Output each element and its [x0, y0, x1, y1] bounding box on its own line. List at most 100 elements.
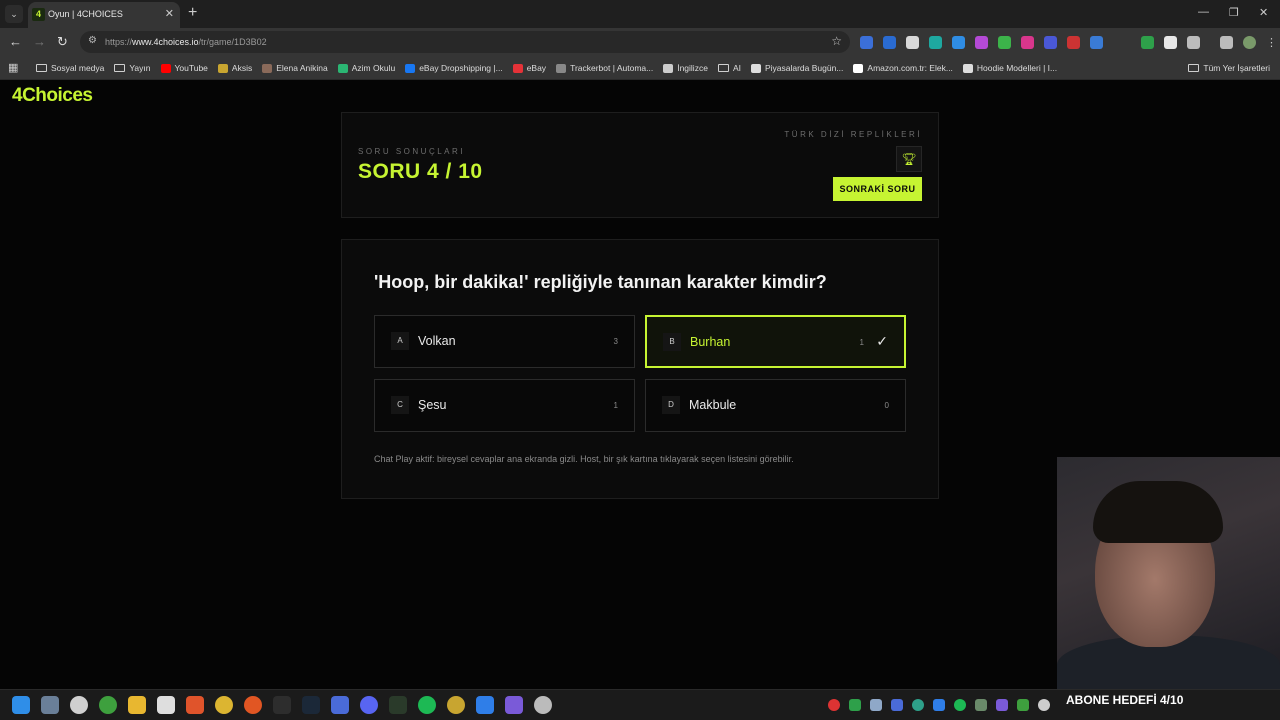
option-b[interactable]: B Burhan 1 ✓ [645, 315, 906, 368]
close-tab-icon[interactable]: ✕ [165, 7, 174, 20]
question-text: 'Hoop, bir dakika!' repliğiyle tanınan k… [374, 272, 827, 292]
close-window-button[interactable]: ✕ [1259, 6, 1268, 19]
bookmark-item[interactable]: Hoodie Modelleri | I... [962, 63, 1057, 73]
store-icon[interactable] [157, 696, 175, 714]
folder-icon [717, 64, 729, 72]
bookmark-item[interactable]: İngilizce [663, 63, 708, 73]
forward-icon[interactable]: → [33, 34, 46, 49]
badge-extension-icon[interactable] [1090, 36, 1103, 49]
vpn-icon[interactable] [476, 696, 494, 714]
restore-button[interactable]: ❐ [1229, 6, 1239, 19]
audio-extension-icon[interactable] [883, 36, 896, 49]
grid-app-icon[interactable] [505, 696, 523, 714]
bookmark-item[interactable]: Yayın [114, 63, 151, 73]
bookmark-item[interactable]: eBay [512, 63, 546, 73]
tray-deck-icon[interactable] [891, 699, 903, 711]
counter-extension-icon[interactable] [1044, 36, 1057, 49]
bookmark-label: Elena Anikina [276, 63, 328, 73]
origin-icon[interactable] [244, 696, 262, 714]
task-view-icon[interactable] [41, 696, 59, 714]
refresh-extension-icon[interactable] [998, 36, 1011, 49]
browser-tab[interactable]: 4 Oyun | 4CHOICES ✕ [28, 2, 180, 28]
spotify-icon[interactable] [418, 696, 436, 714]
record-extension-icon[interactable] [1067, 36, 1080, 49]
reload-icon[interactable]: ↻ [57, 34, 68, 50]
question-card: 'Hoop, bir dakika!' repliğiyle tanınan k… [341, 239, 939, 499]
nvidia-icon[interactable] [389, 696, 407, 714]
screenshot-extension-icon[interactable] [906, 36, 919, 49]
settings-icon[interactable] [534, 696, 552, 714]
option-d[interactable]: D Makbule 0 [645, 379, 906, 432]
favicon-icon: 4 [32, 8, 45, 21]
azim-icon [337, 63, 348, 73]
address-bar[interactable]: ⚙ https://www.4choices.io/tr/game/1D3B02… [80, 31, 850, 53]
bookmark-item[interactable]: Elena Anikina [262, 63, 328, 73]
site-logo[interactable]: 4Choices [12, 85, 93, 107]
site-info-icon[interactable]: ⚙ [88, 35, 97, 46]
youtube-icon [160, 63, 171, 73]
option-c[interactable]: C Şesu 1 [374, 379, 635, 432]
tray-app-icon[interactable] [912, 699, 924, 711]
facebook-icon [405, 63, 416, 73]
option-vote-count: 1 [859, 338, 864, 347]
tool-extension-icon[interactable] [929, 36, 942, 49]
tab-search-button[interactable]: ⌄ [5, 5, 23, 23]
puzzle-icon[interactable] [1187, 36, 1200, 49]
brave-icon[interactable] [186, 696, 204, 714]
chrome-icon[interactable] [215, 696, 233, 714]
reading-list-icon[interactable] [1220, 36, 1233, 49]
menu-dots-icon[interactable]: ⋮ [1266, 36, 1279, 49]
bookmark-list: Sosyal medya Yayın YouTube Aksis Elena Aniki… [36, 56, 1057, 80]
back-icon[interactable]: ← [9, 34, 22, 49]
file-explorer-icon[interactable] [128, 696, 146, 714]
bookmark-item[interactable]: Trackerbot | Automa... [556, 63, 653, 73]
all-bookmarks-button[interactable]: Tüm Yer İşaretleri [1188, 63, 1270, 73]
start-icon[interactable] [12, 696, 30, 714]
twitch-extension-icon[interactable] [975, 36, 988, 49]
tray-steam-icon[interactable] [870, 699, 882, 711]
option-a[interactable]: A Volkan 3 [374, 315, 635, 368]
option-text: Burhan [690, 335, 731, 349]
stream-extension-icon[interactable] [1021, 36, 1034, 49]
bookmark-item[interactable]: YouTube [160, 63, 208, 73]
tray-grid-icon[interactable] [996, 699, 1008, 711]
obs-icon[interactable] [70, 696, 88, 714]
diamond-extension-icon[interactable] [1164, 36, 1177, 49]
epic-games-icon[interactable] [273, 696, 291, 714]
ebay-icon [512, 63, 523, 73]
steam-icon[interactable] [302, 696, 320, 714]
discord-icon[interactable] [360, 696, 378, 714]
next-question-button[interactable]: SONRAKİ SORU [833, 177, 922, 201]
bookmark-item[interactable]: Sosyal medya [36, 63, 104, 73]
tray-chat-icon[interactable] [975, 699, 987, 711]
bookmark-label: Aksis [231, 63, 253, 73]
bookmark-item[interactable]: AI [717, 63, 741, 73]
new-tab-button[interactable]: + [188, 4, 197, 22]
vpn-extension-icon[interactable] [952, 36, 965, 49]
profile-avatar[interactable] [1243, 36, 1256, 49]
green-extension-icon[interactable] [1141, 36, 1154, 49]
tray-nvidia-icon[interactable] [1017, 699, 1029, 711]
bookmark-item[interactable]: eBay Dropshipping |... [405, 63, 503, 73]
bookmark-item[interactable]: Azim Okulu [337, 63, 395, 73]
url-text[interactable]: https://www.4choices.io/tr/game/1D3B02 [105, 37, 267, 47]
option-letter: B [663, 333, 681, 351]
tray-play-icon[interactable] [849, 699, 861, 711]
bookmark-item[interactable]: Piyasalarda Bugün... [750, 63, 843, 73]
minimize-button[interactable]: — [1198, 6, 1209, 18]
tray-spotify-icon[interactable] [954, 699, 966, 711]
xbox-icon[interactable] [99, 696, 117, 714]
translate-extension-icon[interactable] [860, 36, 873, 49]
tray-record-icon[interactable] [828, 699, 840, 711]
tray-settings-icon[interactable] [1038, 699, 1050, 711]
trophy-icon[interactable]: 🏆︎ [896, 146, 922, 172]
tray-vpn-icon[interactable] [933, 699, 945, 711]
bookmark-item[interactable]: Aksis [217, 63, 253, 73]
app-icon[interactable] [447, 696, 465, 714]
bookmark-item[interactable]: Amazon.com.tr: Elek... [853, 63, 953, 73]
bookmark-star-icon[interactable]: ☆ [831, 34, 842, 48]
apps-grid-icon[interactable]: ▦ [8, 61, 18, 74]
folder-icon [36, 64, 47, 72]
stream-deck-icon[interactable] [331, 696, 349, 714]
bookmark-label: AI [732, 63, 741, 73]
